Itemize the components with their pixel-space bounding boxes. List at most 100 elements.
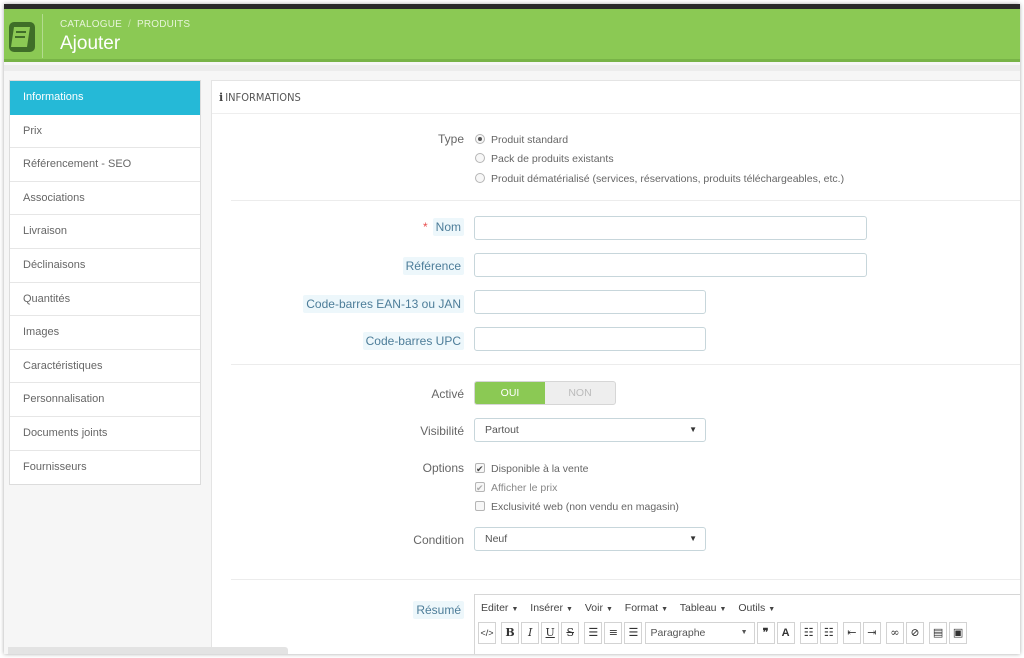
sidebar-item-images[interactable]: Images [10, 316, 200, 350]
header-divider [42, 14, 43, 58]
align-center-icon[interactable]: ≡ [604, 622, 623, 644]
sidebar-item-quantites[interactable]: Quantités [10, 283, 200, 317]
chevron-down-icon: ▼ [605, 606, 613, 613]
sidebar-item-personnalisation[interactable]: Personnalisation [10, 383, 200, 417]
reference-input[interactable] [474, 253, 867, 277]
condition-value: Neuf [485, 533, 508, 545]
option-show-price[interactable]: Afficher le prix [475, 480, 557, 496]
options-label: Options [422, 461, 464, 475]
sidebar-item-declinaisons[interactable]: Déclinaisons [10, 249, 200, 283]
condition-label: Condition [413, 533, 464, 547]
bullet-list-icon[interactable]: ☷ [799, 622, 818, 644]
panel-heading: i INFORMATIONS [212, 81, 1020, 114]
active-toggle[interactable]: OUI NON [474, 381, 616, 405]
active-label: Activé [431, 387, 464, 401]
catalog-book-icon [9, 22, 35, 52]
media-icon[interactable]: ▤ [929, 622, 948, 644]
align-right-icon[interactable]: ☰ [624, 622, 643, 644]
radio-unchecked-icon [475, 173, 485, 183]
checkbox-label: Disponible à la vente [491, 463, 589, 475]
italic-icon[interactable]: I [521, 622, 540, 644]
product-tabs-sidebar: Informations Prix Référencement - SEO As… [9, 80, 201, 486]
visibility-label: Visibilité [420, 424, 464, 438]
chevron-down-icon: ▼ [511, 606, 519, 613]
chevron-down-icon: ▼ [661, 606, 668, 613]
sidebar-item-caracteristiques[interactable]: Caractéristiques [10, 350, 200, 384]
breadcrumb: CATALOGUE / PRODUITS [60, 19, 191, 30]
visibility-select[interactable]: Partout ▼ [474, 418, 706, 442]
radio-label: Produit dématérialisé (services, réserva… [491, 173, 845, 185]
format-select[interactable]: Paragraphe ▼ [644, 622, 755, 644]
sidebar-item-livraison[interactable]: Livraison [10, 215, 200, 249]
name-input[interactable] [474, 216, 867, 240]
sidebar-item-documents-joints[interactable]: Documents joints [10, 417, 200, 451]
name-label: Nom [432, 218, 464, 236]
radio-checked-icon [475, 134, 485, 144]
menu-inserer[interactable]: Insérer ▼ [530, 602, 573, 614]
upc-input[interactable] [474, 327, 706, 351]
toggle-non[interactable]: NON [545, 382, 615, 404]
sidebar-item-prix[interactable]: Prix [10, 115, 200, 149]
upc-label: Code-barres UPC [362, 332, 464, 350]
condition-select[interactable]: Neuf ▼ [474, 527, 706, 551]
toggle-oui[interactable]: OUI [475, 382, 545, 404]
checkbox-unchecked-icon [475, 501, 485, 511]
sidebar-item-associations[interactable]: Associations [10, 182, 200, 216]
page-title: Ajouter [60, 33, 121, 54]
reference-label: Référence [402, 257, 464, 275]
sidebar-item-informations[interactable]: Informations [10, 81, 200, 115]
align-left-icon[interactable]: ☰ [584, 622, 603, 644]
option-available-for-sale[interactable]: Disponible à la vente [475, 461, 588, 477]
ean-input[interactable] [474, 290, 706, 314]
menu-voir[interactable]: Voir ▼ [585, 602, 613, 614]
type-radio-pack[interactable]: Pack de produits existants [475, 151, 614, 167]
menu-outils[interactable]: Outils ▼ [738, 602, 775, 614]
numbered-list-icon[interactable]: ☷ [819, 622, 838, 644]
checkbox-label: Afficher le prix [491, 482, 558, 494]
link-icon[interactable]: ∞ [885, 622, 904, 644]
breadcrumb-produits[interactable]: PRODUITS [137, 19, 190, 30]
browser-status-bar [8, 647, 288, 654]
divider [231, 200, 1020, 201]
menu-format[interactable]: Format ▼ [625, 602, 668, 614]
breadcrumb-catalogue[interactable]: CATALOGUE [60, 19, 122, 30]
chevron-down-icon: ▼ [719, 606, 727, 613]
image-icon[interactable]: ▣ [949, 622, 968, 644]
unlink-icon[interactable]: ⊘ [906, 622, 924, 644]
page-header: CATALOGUE / PRODUITS Ajouter [4, 9, 1020, 62]
divider [231, 364, 1020, 365]
radio-label: Pack de produits existants [491, 153, 614, 165]
bold-icon[interactable]: B [501, 622, 520, 644]
text-color-icon[interactable]: A [776, 622, 795, 644]
menu-editer[interactable]: Editer ▼ [481, 602, 518, 614]
name-label-wrap: * Nom [423, 218, 464, 236]
informations-panel: i INFORMATIONS Type Produit standard Pack… [211, 80, 1020, 654]
summary-label: Résumé [413, 601, 464, 619]
menu-tableau[interactable]: Tableau ▼ [680, 602, 727, 614]
sub-toolbar [4, 65, 1020, 71]
checkbox-label: Exclusivité web (non vendu en magasin) [491, 501, 679, 513]
panel-heading-text: INFORMATIONS [225, 91, 301, 104]
chevron-down-icon: ▼ [768, 606, 776, 613]
code-icon[interactable]: </> [478, 622, 496, 644]
ean-label: Code-barres EAN-13 ou JAN [303, 295, 464, 313]
summary-rich-text-editor[interactable]: Editer ▼ Insérer ▼ Voir ▼ Format ▼ Tableau ▼ … [474, 594, 1020, 654]
sidebar-item-fournisseurs[interactable]: Fournisseurs [10, 451, 200, 485]
app-window: CATALOGUE / PRODUITS Ajouter Informations … [4, 4, 1020, 654]
checkbox-checked-icon [475, 461, 485, 477]
indent-icon[interactable]: ⇥ [862, 622, 881, 644]
checkbox-checked-icon [475, 480, 485, 496]
type-label: Type [437, 132, 464, 146]
editor-menubar: Editer ▼ Insérer ▼ Voir ▼ Format ▼ Tableau ▼ … [475, 595, 1020, 621]
outdent-icon[interactable]: ⇤ [842, 622, 861, 644]
option-web-exclusive[interactable]: Exclusivité web (non vendu en magasin) [475, 499, 679, 515]
type-radio-standard[interactable]: Produit standard [475, 132, 568, 148]
strikethrough-icon[interactable]: S [561, 622, 580, 644]
dropdown-caret-icon: ▼ [689, 425, 697, 434]
sidebar-item-seo[interactable]: Référencement - SEO [10, 148, 200, 182]
underline-icon[interactable]: U [541, 622, 560, 644]
type-radio-virtual[interactable]: Produit dématérialisé (services, réserva… [475, 171, 844, 187]
divider [231, 579, 1020, 580]
visibility-value: Partout [485, 424, 519, 436]
blockquote-icon[interactable]: ❞ [756, 622, 775, 644]
